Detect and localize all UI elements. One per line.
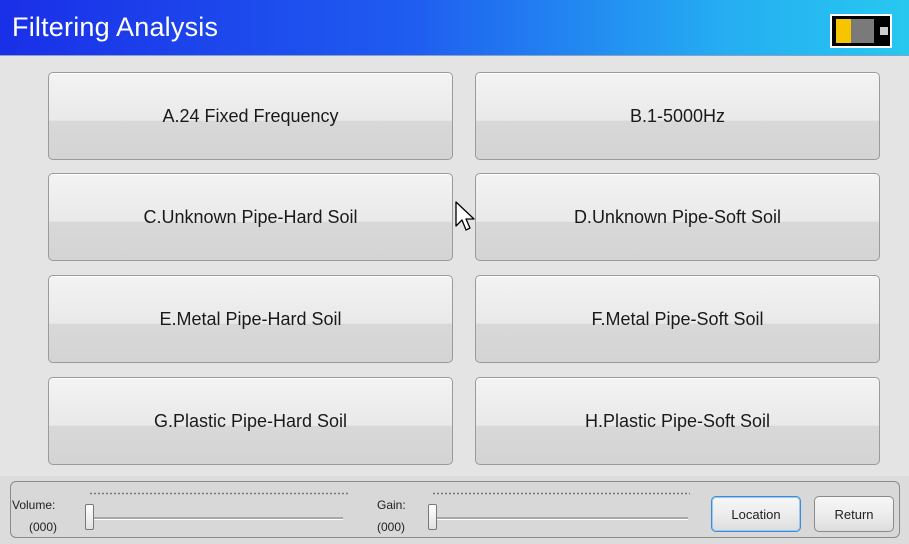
- volume-value: (000): [29, 520, 58, 534]
- location-button[interactable]: Location: [711, 496, 801, 532]
- option-button-d[interactable]: D.Unknown Pipe-Soft Soil: [475, 173, 880, 261]
- option-button-h[interactable]: H.Plastic Pipe-Soft Soil: [475, 377, 880, 465]
- battery-icon: [830, 14, 892, 48]
- option-button-b[interactable]: B.1-5000Hz: [475, 72, 880, 160]
- volume-slider-thumb[interactable]: [85, 504, 94, 530]
- options-panel: A.24 Fixed Frequency B.1-5000Hz C.Unknow…: [0, 56, 909, 476]
- title-bar: Filtering Analysis: [0, 0, 909, 56]
- gain-value: (000): [377, 520, 406, 534]
- volume-slider-track[interactable]: [87, 517, 343, 520]
- mouse-pointer-icon: [455, 201, 475, 231]
- gain-label: Gain:: [377, 498, 406, 512]
- option-button-c[interactable]: C.Unknown Pipe-Hard Soil: [48, 173, 453, 261]
- return-button[interactable]: Return: [814, 496, 894, 532]
- gain-slider-thumb[interactable]: [428, 504, 437, 530]
- page-title: Filtering Analysis: [12, 12, 219, 42]
- volume-ticks: [89, 492, 349, 495]
- battery-terminal: [880, 27, 888, 35]
- option-button-e[interactable]: E.Metal Pipe-Hard Soil: [48, 275, 453, 363]
- battery-level: [836, 19, 874, 43]
- control-bar: Volume: (000) Gain: (000) Location Retur…: [10, 481, 900, 538]
- gain-ticks: [432, 492, 690, 495]
- volume-label: Volume:: [12, 498, 56, 512]
- gain-slider-track[interactable]: [430, 517, 688, 520]
- option-button-g[interactable]: G.Plastic Pipe-Hard Soil: [48, 377, 453, 465]
- option-button-a[interactable]: A.24 Fixed Frequency: [48, 72, 453, 160]
- option-button-f[interactable]: F.Metal Pipe-Soft Soil: [475, 275, 880, 363]
